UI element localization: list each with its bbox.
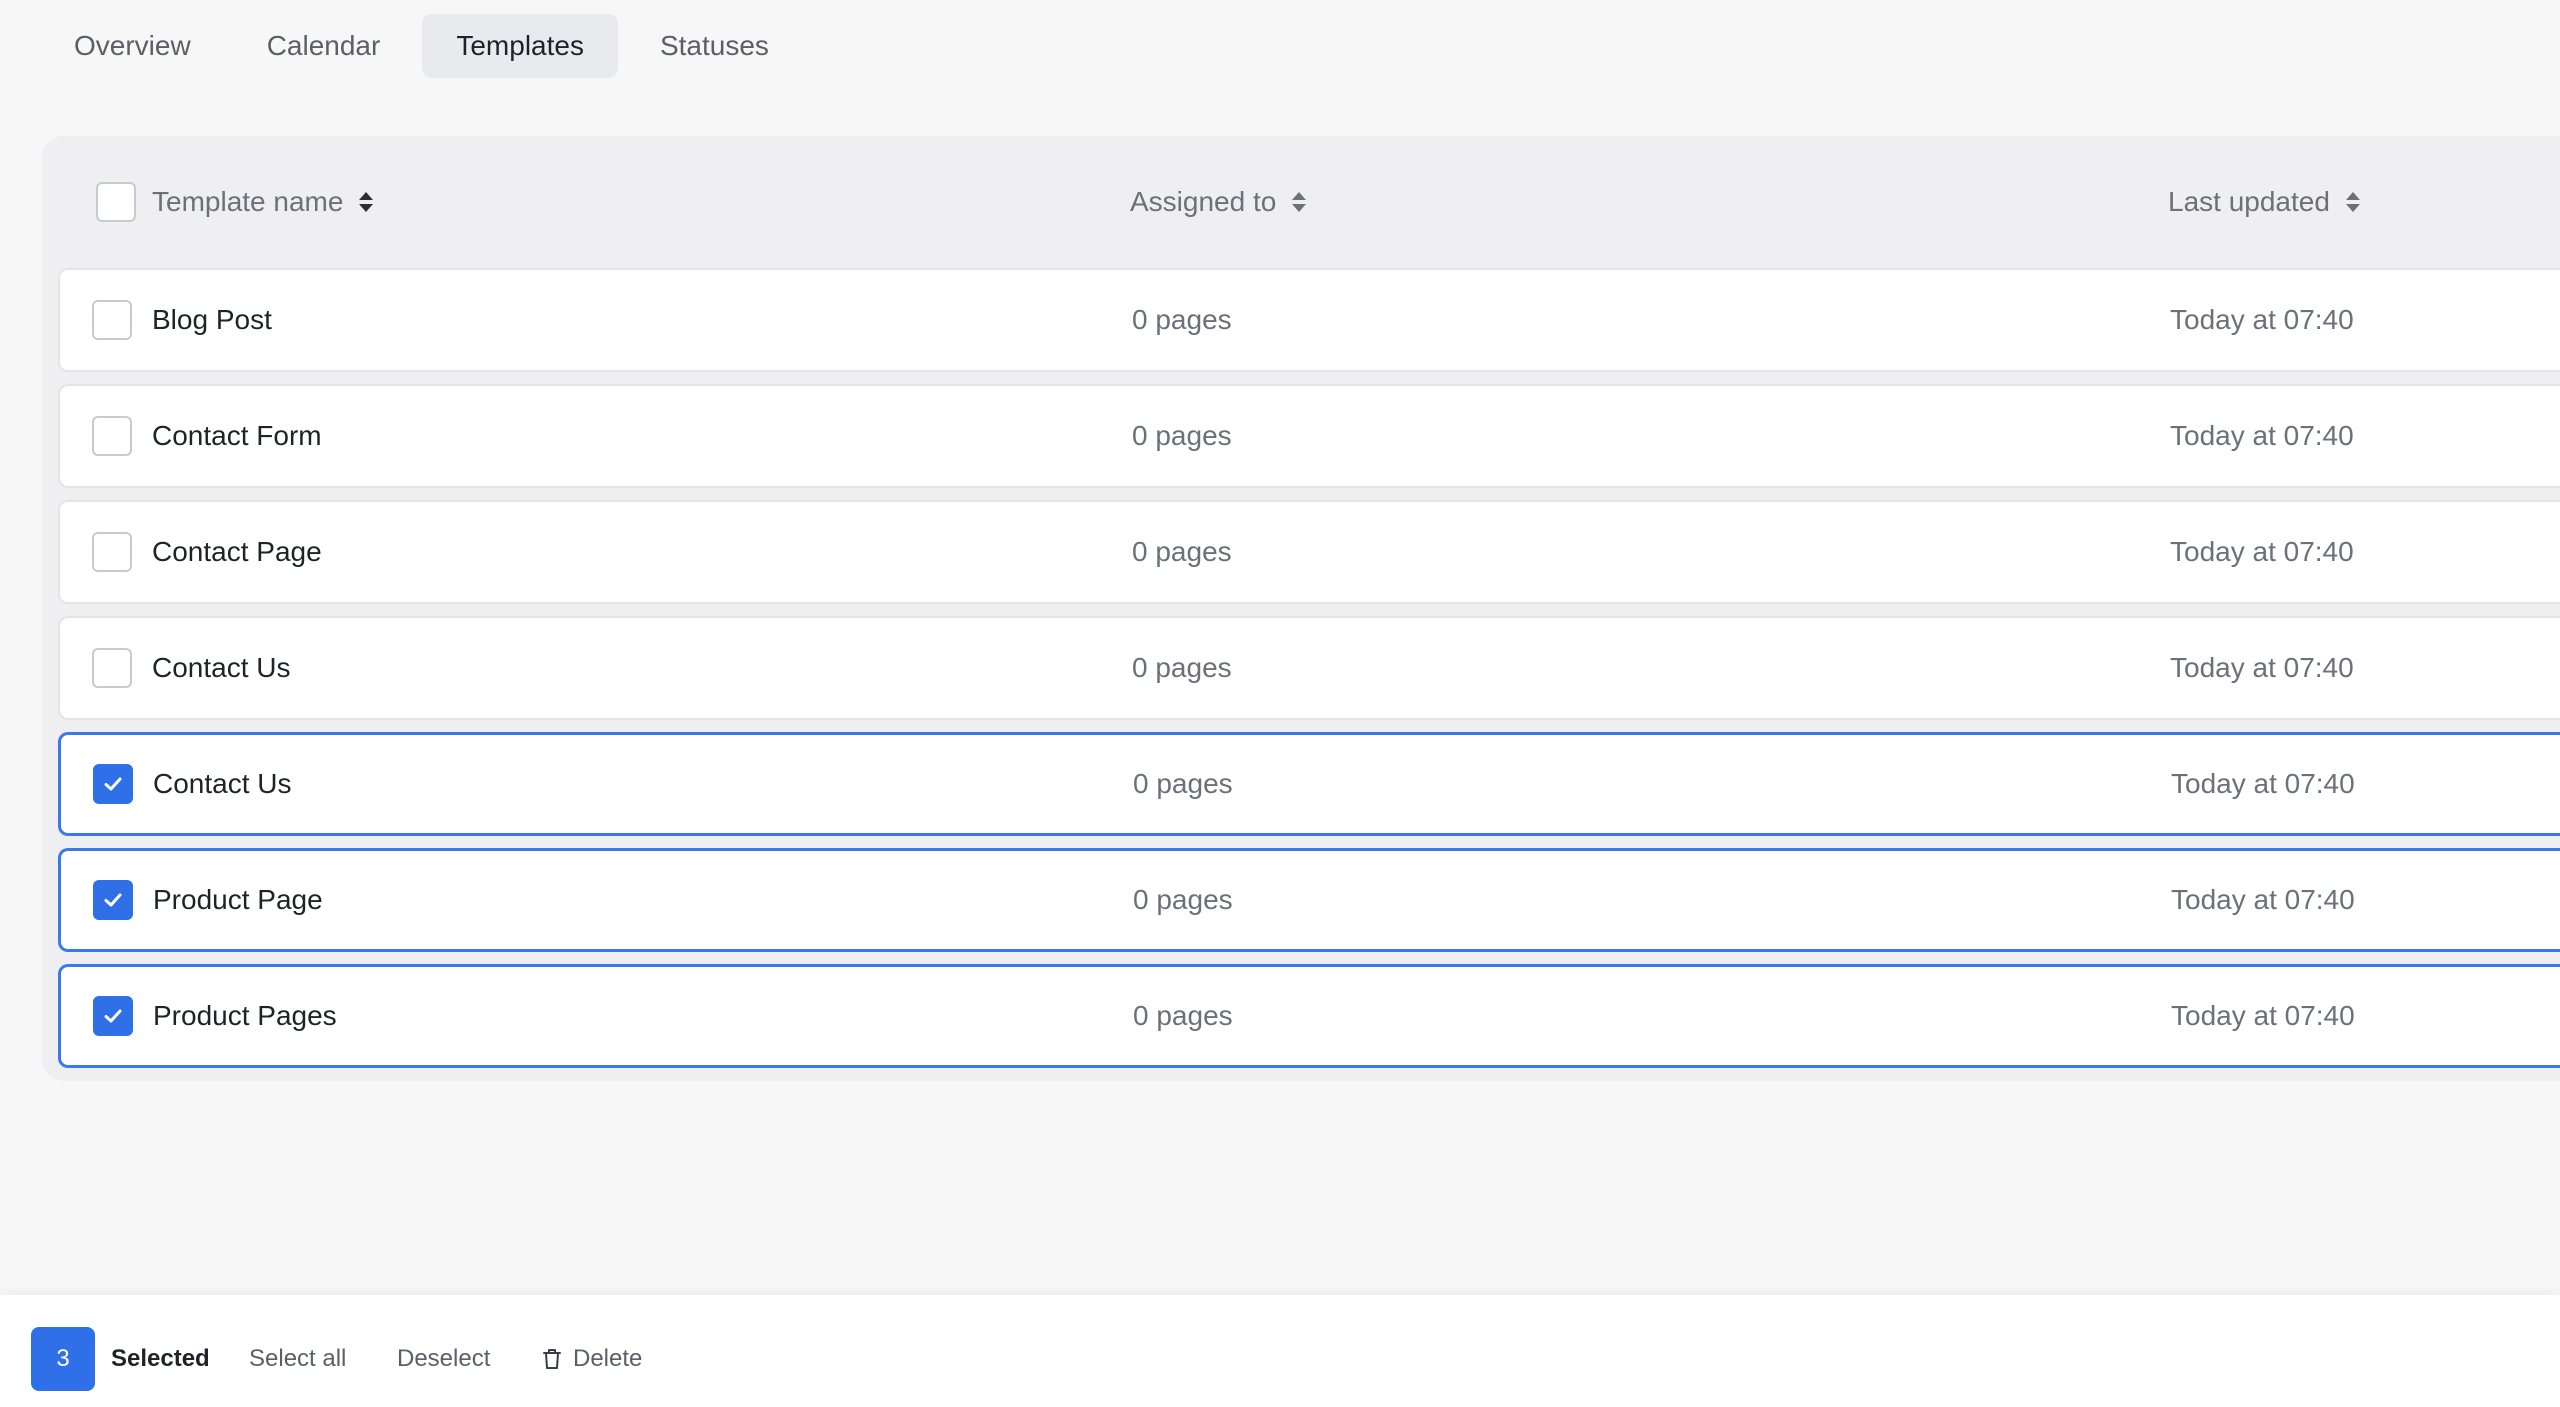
tab-bar: Overview Calendar Templates Statuses <box>40 14 803 78</box>
delete-button[interactable]: Delete <box>541 1345 642 1373</box>
template-name: Product Page <box>153 884 323 915</box>
assigned-to: 0 pages <box>1133 884 1233 915</box>
row-checkbox[interactable] <box>92 648 132 688</box>
column-header-template-name[interactable]: Template name <box>152 180 374 224</box>
select-all-checkbox[interactable] <box>96 182 136 222</box>
row-checkbox-cell <box>92 532 132 572</box>
table-row[interactable]: Product Pages 0 pages Today at 07:40 <box>58 964 2560 1068</box>
assigned-to: 0 pages <box>1132 420 1232 451</box>
selected-count-badge: 3 <box>31 1327 95 1391</box>
column-label-assigned-to: Assigned to <box>1130 186 1277 217</box>
table-body: Blog Post 0 pages Today at 07:40 Contact Fo… <box>58 268 2560 1080</box>
check-icon <box>104 893 122 907</box>
tab-statuses[interactable]: Statuses <box>626 14 803 78</box>
table-row[interactable]: Contact Us 0 pages Today at 07:40 <box>58 616 2560 720</box>
delete-label: Delete <box>573 1345 643 1372</box>
table-row[interactable]: Product Page 0 pages Today at 07:40 <box>58 848 2560 952</box>
assigned-to: 0 pages <box>1133 768 1233 799</box>
template-name: Contact Page <box>152 536 322 567</box>
trash-icon <box>543 1349 561 1369</box>
row-checkbox-cell <box>92 416 132 456</box>
sort-icon <box>359 192 374 212</box>
check-icon <box>104 1009 122 1023</box>
table-header: Template name Assigned to Last updated <box>42 136 2560 268</box>
last-updated: Today at 07:40 <box>2171 1000 2355 1031</box>
row-checkbox-cell <box>93 996 133 1036</box>
column-label-template-name: Template name <box>152 186 344 217</box>
assigned-to: 0 pages <box>1133 1000 1233 1031</box>
row-checkbox-cell <box>92 300 132 340</box>
template-name: Blog Post <box>152 304 272 335</box>
template-name: Contact Us <box>153 768 292 799</box>
select-all-button[interactable]: Select all <box>249 1345 346 1373</box>
row-checkbox-cell <box>93 764 133 804</box>
row-checkbox[interactable] <box>93 764 133 804</box>
template-name: Contact Us <box>152 652 291 683</box>
tab-calendar[interactable]: Calendar <box>233 14 415 78</box>
tab-overview[interactable]: Overview <box>40 14 225 78</box>
row-checkbox-cell <box>92 648 132 688</box>
row-checkbox[interactable] <box>93 880 133 920</box>
table-row[interactable]: Blog Post 0 pages Today at 07:40 <box>58 268 2560 372</box>
row-checkbox[interactable] <box>92 300 132 340</box>
deselect-label: Deselect <box>397 1345 491 1372</box>
select-all-label: Select all <box>249 1345 347 1372</box>
last-updated: Today at 07:40 <box>2170 652 2354 683</box>
assigned-to: 0 pages <box>1132 304 1232 335</box>
row-checkbox[interactable] <box>93 996 133 1036</box>
last-updated: Today at 07:40 <box>2170 420 2354 451</box>
deselect-button[interactable]: Deselect <box>397 1345 490 1373</box>
last-updated: Today at 07:40 <box>2171 768 2355 799</box>
table-row[interactable]: Contact Form 0 pages Today at 07:40 <box>58 384 2560 488</box>
bulk-action-bar: 3 Selected Select all Deselect Delete <box>0 1295 2560 1407</box>
last-updated: Today at 07:40 <box>2170 304 2354 335</box>
table-row[interactable]: Contact Page 0 pages Today at 07:40 <box>58 500 2560 604</box>
select-all-checkbox-cell <box>96 180 136 224</box>
assigned-to: 0 pages <box>1132 652 1232 683</box>
column-header-assigned-to[interactable]: Assigned to <box>1130 180 1307 224</box>
last-updated: Today at 07:40 <box>2171 884 2355 915</box>
row-checkbox-cell <box>93 880 133 920</box>
template-name: Contact Form <box>152 420 322 451</box>
row-checkbox[interactable] <box>92 532 132 572</box>
assigned-to: 0 pages <box>1132 536 1232 567</box>
sort-icon <box>2345 192 2360 212</box>
selected-label: Selected <box>111 1345 210 1372</box>
sort-icon <box>1292 192 1307 212</box>
row-checkbox[interactable] <box>92 416 132 456</box>
tab-templates[interactable]: Templates <box>422 14 618 78</box>
template-name: Product Pages <box>153 1000 337 1031</box>
templates-table: Template name Assigned to Last updated B… <box>42 136 2560 1081</box>
column-header-last-updated[interactable]: Last updated <box>2168 180 2360 224</box>
check-icon <box>104 777 122 791</box>
column-label-last-updated: Last updated <box>2168 186 2330 217</box>
table-row[interactable]: Contact Us 0 pages Today at 07:40 <box>58 732 2560 836</box>
last-updated: Today at 07:40 <box>2170 536 2354 567</box>
